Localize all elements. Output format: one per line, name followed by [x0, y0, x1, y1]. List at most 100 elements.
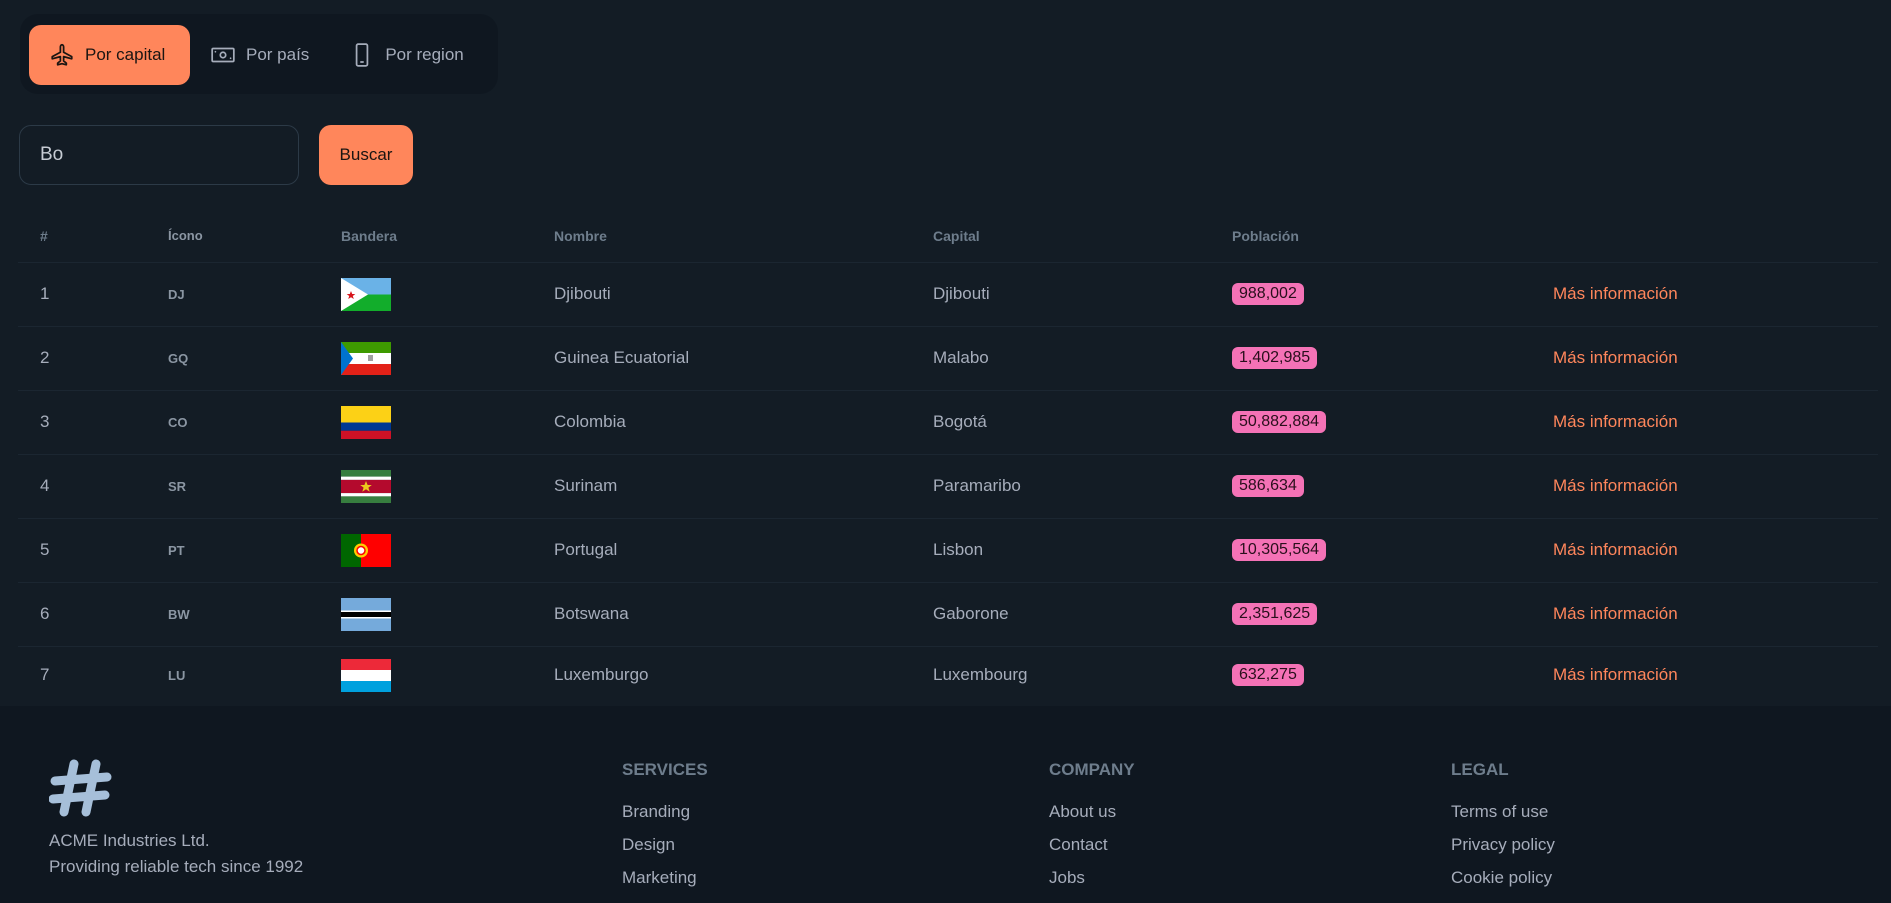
country-code: CO — [146, 390, 319, 455]
population-cell: 2,351,625 — [1210, 582, 1531, 647]
hashtag-logo-icon — [48, 759, 112, 817]
population-cell: 1,402,985 — [1210, 326, 1531, 391]
footer-link[interactable]: Branding — [622, 802, 708, 822]
flag-cell — [319, 326, 532, 391]
suriname-flag — [341, 469, 391, 503]
footer-link[interactable]: Marketing — [622, 868, 708, 888]
country-name: Djibouti — [532, 262, 911, 327]
country-code: GQ — [146, 326, 319, 391]
action-cell: Más información — [1531, 518, 1878, 583]
population-cell: 988,002 — [1210, 262, 1531, 327]
population-cell: 10,305,564 — [1210, 518, 1531, 583]
row-number: 2 — [18, 326, 146, 391]
table-row: 5 PT Portugal Lisbon 10,305,564 Más info… — [18, 518, 1878, 583]
country-code: DJ — [146, 262, 319, 327]
country-code: LU — [168, 667, 186, 683]
footer-link[interactable]: Jobs — [1049, 868, 1135, 888]
action-cell: Más información — [1531, 326, 1878, 391]
row-number: 3 — [18, 390, 146, 455]
footer-column-title: COMPANY — [1049, 760, 1135, 779]
country-capital: Lisbon — [911, 518, 1210, 583]
luxembourg-flag — [341, 658, 391, 692]
more-info-link[interactable]: Más información — [1553, 540, 1678, 559]
footer-column-title: LEGAL — [1451, 760, 1509, 779]
flag-cell — [319, 646, 532, 704]
airplane-icon — [51, 43, 73, 66]
header-icon: Ícono — [146, 210, 319, 263]
more-info-link[interactable]: Más información — [1553, 476, 1678, 495]
more-info-link[interactable]: Más información — [1553, 665, 1678, 684]
search-button[interactable]: Buscar — [319, 125, 413, 185]
footer-link[interactable]: Contact — [1049, 835, 1135, 855]
brand-logo — [48, 756, 113, 825]
action-cell: Más información — [1531, 262, 1878, 327]
flag-cell — [319, 262, 532, 327]
flag-cell — [319, 582, 532, 647]
tab-label: Por país — [246, 45, 310, 64]
population-badge: 50,882,884 — [1232, 411, 1327, 433]
action-cell: Más información — [1531, 582, 1878, 647]
action-cell: Más información — [1531, 646, 1878, 704]
population-badge: 632,275 — [1232, 664, 1304, 687]
population-badge: 10,305,564 — [1232, 539, 1327, 561]
row-number: 7 — [40, 665, 50, 685]
population-badge: 1,402,985 — [1232, 347, 1318, 369]
country-name: Luxemburgo — [554, 665, 649, 685]
footer: ACME Industries Ltd. Providing reliable … — [0, 706, 1891, 903]
row-number: 5 — [18, 518, 146, 583]
footer-link[interactable]: Design — [622, 835, 708, 855]
country-capital: Luxembourg — [933, 665, 1028, 685]
flag-cell — [319, 518, 532, 583]
footer-link[interactable]: Cookie policy — [1451, 868, 1555, 888]
table-row: 6 BW Botswana Gaborone 2,351,625 Más inf… — [18, 582, 1878, 647]
country-name: Botswana — [532, 582, 911, 647]
footer-link[interactable]: About us — [1049, 802, 1135, 822]
colombia-flag — [341, 405, 391, 439]
row-number: 4 — [18, 454, 146, 519]
country-capital: Bogotá — [911, 390, 1210, 455]
footer-column-legal: LEGAL Terms of use Privacy policy Cookie… — [1451, 760, 1555, 901]
table-row: 4 SR Surinam Paramaribo 586,634 Más info… — [18, 454, 1878, 519]
flag-cell — [319, 390, 532, 455]
table-header-row: # Ícono Bandera Nombre Capital Población — [18, 210, 1878, 263]
brand-name: ACME Industries Ltd. — [49, 831, 210, 850]
search-mode-tabs: Por capital Por país Por region — [20, 14, 498, 94]
header-flag: Bandera — [319, 210, 532, 263]
country-capital: Malabo — [911, 326, 1210, 391]
flag-cell — [319, 454, 532, 519]
more-info-link[interactable]: Más información — [1553, 412, 1678, 431]
header-actions — [1531, 210, 1878, 263]
table-row: 1 DJ Djibouti Djibouti 988,002 Más infor… — [18, 262, 1878, 327]
table-row: 2 GQ Guinea Ecuatorial Malabo 1,402,985 … — [18, 326, 1878, 391]
djibouti-flag — [341, 277, 391, 311]
country-code: SR — [146, 454, 319, 519]
tab-label: Por region — [385, 45, 464, 64]
footer-link[interactable]: Privacy policy — [1451, 835, 1555, 855]
population-badge: 586,634 — [1232, 475, 1304, 497]
country-name: Portugal — [532, 518, 911, 583]
tab-por-region[interactable]: Por region — [329, 25, 483, 85]
footer-column-services: SERVICES Branding Design Marketing — [622, 760, 708, 901]
action-cell: Más información — [1531, 454, 1878, 519]
countries-table: # Ícono Bandera Nombre Capital Población… — [18, 210, 1878, 704]
country-capital: Gaborone — [911, 582, 1210, 647]
table-row: 3 CO Colombia Bogotá 50,882,884 Más info… — [18, 390, 1878, 455]
banknote-icon — [211, 47, 235, 63]
more-info-link[interactable]: Más información — [1553, 284, 1678, 303]
tab-por-pais[interactable]: Por país — [190, 25, 329, 85]
equatorial-guinea-flag — [341, 341, 391, 375]
tab-por-capital[interactable]: Por capital — [29, 25, 190, 85]
header-population: Población — [1210, 210, 1531, 263]
more-info-link[interactable]: Más información — [1553, 348, 1678, 367]
footer-link[interactable]: Terms of use — [1451, 802, 1555, 822]
more-info-link[interactable]: Más información — [1553, 604, 1678, 623]
search-input[interactable] — [19, 125, 299, 185]
country-code: PT — [146, 518, 319, 583]
header-number: # — [18, 210, 146, 263]
table-row: 7 LU Luxemburgo Luxembourg 632,275 Más i… — [18, 646, 1878, 704]
botswana-flag — [341, 597, 391, 631]
brand-tagline: Providing reliable tech since 1992 — [49, 857, 304, 876]
tab-label: Por capital — [85, 45, 166, 64]
population-cell: 50,882,884 — [1210, 390, 1531, 455]
phone-icon — [356, 43, 369, 67]
